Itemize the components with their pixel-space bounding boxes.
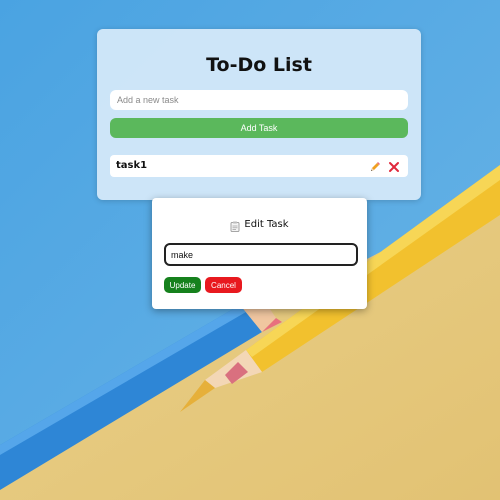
- update-button[interactable]: Update: [164, 277, 201, 293]
- todo-card: To-Do List Add Task task1: [97, 29, 421, 200]
- page-title: To-Do List: [206, 54, 312, 76]
- close-icon[interactable]: [388, 160, 400, 172]
- new-task-input[interactable]: [110, 90, 408, 110]
- clipboard-icon: [230, 219, 240, 232]
- cancel-button[interactable]: Cancel: [205, 277, 242, 293]
- task-list-item: task1: [110, 155, 408, 177]
- add-task-button[interactable]: Add Task: [110, 118, 408, 138]
- pencil-icon[interactable]: [369, 160, 381, 172]
- task-text: task1: [116, 160, 148, 171]
- modal-title-text: Edit Task: [244, 219, 289, 230]
- modal-title: Edit Task: [152, 219, 367, 232]
- edit-task-modal: Edit Task Update Cancel: [152, 198, 367, 309]
- edit-task-input[interactable]: [164, 243, 358, 266]
